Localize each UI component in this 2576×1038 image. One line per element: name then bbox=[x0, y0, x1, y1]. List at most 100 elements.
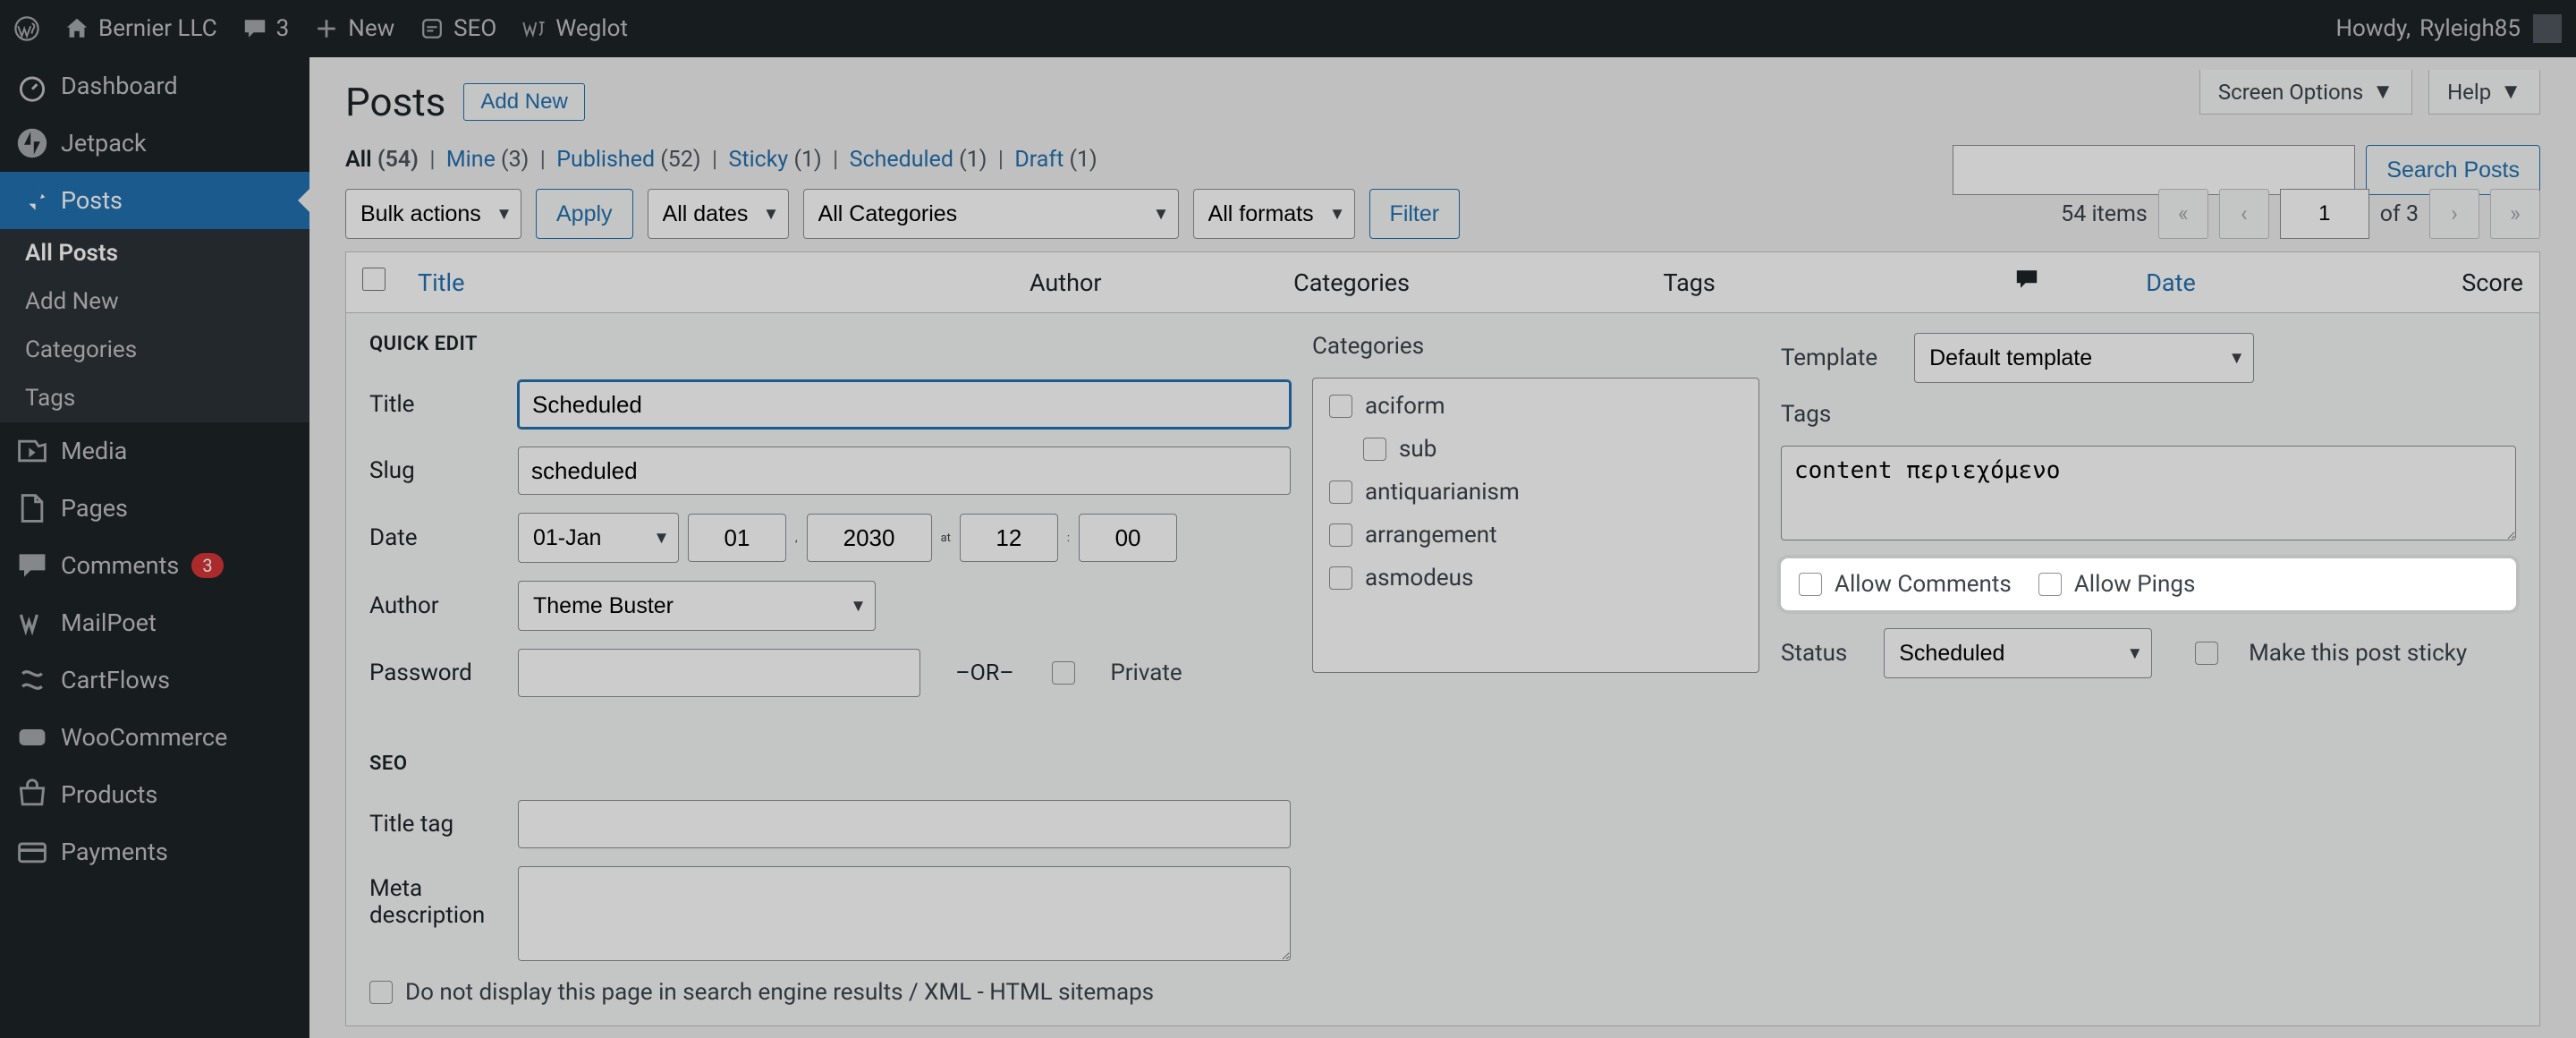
qe-private-checkbox[interactable] bbox=[1052, 661, 1075, 685]
apply-button[interactable]: Apply bbox=[536, 189, 633, 239]
qe-month-select[interactable]: 01-Jan bbox=[518, 513, 679, 563]
wp-logo[interactable] bbox=[14, 16, 39, 41]
sidebar-item-payments[interactable]: Payments bbox=[0, 823, 309, 881]
qe-status-select[interactable]: Scheduled bbox=[1884, 628, 2152, 678]
filter-button[interactable]: Filter bbox=[1369, 189, 1461, 239]
sidebar-item-media[interactable]: Media bbox=[0, 422, 309, 480]
sidebar-item-mailpoet[interactable]: MailPoet bbox=[0, 594, 309, 651]
site-name-link[interactable]: Bernier LLC bbox=[64, 15, 217, 42]
dashboard-icon bbox=[16, 70, 48, 102]
items-count: 54 items bbox=[2061, 201, 2148, 227]
qe-slug-input[interactable] bbox=[518, 447, 1291, 495]
select-all-checkbox[interactable] bbox=[362, 268, 386, 291]
qe-cat-item: sub bbox=[1363, 436, 1742, 463]
comments-badge: 3 bbox=[191, 553, 223, 578]
qe-cat-item: antiquarianism bbox=[1329, 479, 1742, 506]
filter-mine[interactable]: Mine (3) bbox=[446, 147, 529, 173]
page-title: Posts bbox=[345, 79, 445, 125]
sidebar-item-woocommerce[interactable]: WooCommerce bbox=[0, 709, 309, 766]
sidebar-item-dashboard[interactable]: Dashboard bbox=[0, 57, 309, 115]
seo-legend: SEO bbox=[369, 753, 1291, 775]
first-page-button[interactable]: « bbox=[2158, 189, 2208, 239]
sidebar-item-comments[interactable]: Comments3 bbox=[0, 537, 309, 594]
payments-icon bbox=[16, 836, 48, 868]
help-tab[interactable]: Help ▼ bbox=[2428, 70, 2540, 115]
woo-icon bbox=[16, 721, 48, 753]
quick-edit-legend: QUICK EDIT bbox=[369, 333, 1291, 355]
chevron-down-icon: ▼ bbox=[2500, 79, 2521, 105]
qe-day-input[interactable] bbox=[688, 514, 786, 562]
sidebar-submenu-posts: All Posts Add New Categories Tags bbox=[0, 229, 309, 422]
jetpack-icon bbox=[16, 127, 48, 159]
adminbar-new[interactable]: New bbox=[314, 15, 394, 42]
allow-comments-checkbox[interactable] bbox=[1799, 573, 1822, 596]
col-author: Author bbox=[1013, 252, 1277, 313]
col-title[interactable]: Title bbox=[402, 252, 1013, 313]
filter-draft[interactable]: Draft (1) bbox=[1014, 147, 1097, 173]
qe-title-input[interactable] bbox=[518, 380, 1291, 429]
col-tags: Tags bbox=[1647, 252, 1997, 313]
sidebar-subitem-categories[interactable]: Categories bbox=[0, 326, 309, 374]
bulk-actions-select[interactable]: Bulk actions bbox=[345, 189, 521, 239]
qe-cat-item: aciform bbox=[1329, 393, 1742, 420]
col-date[interactable]: Date bbox=[2130, 252, 2445, 313]
qe-sticky-checkbox[interactable] bbox=[2195, 642, 2218, 665]
sidebar-subitem-tags[interactable]: Tags bbox=[0, 374, 309, 422]
home-icon bbox=[64, 16, 89, 41]
col-comments[interactable] bbox=[1997, 252, 2130, 313]
mailpoet-icon bbox=[16, 607, 48, 639]
avatar[interactable] bbox=[2533, 14, 2562, 43]
qe-template-select[interactable]: Default template bbox=[1914, 333, 2254, 383]
qe-titletag-input[interactable] bbox=[518, 800, 1291, 848]
qe-metadesc-textarea[interactable] bbox=[518, 866, 1291, 961]
page-total: of 3 bbox=[2380, 201, 2419, 227]
search-posts-button[interactable]: Search Posts bbox=[2366, 145, 2540, 195]
qe-author-select[interactable]: Theme Buster bbox=[518, 581, 876, 631]
qe-year-input[interactable] bbox=[807, 514, 932, 562]
sidebar-item-products[interactable]: Products bbox=[0, 766, 309, 823]
filter-scheduled[interactable]: Scheduled (1) bbox=[850, 147, 987, 173]
pin-icon bbox=[16, 184, 48, 217]
comment-icon bbox=[242, 16, 267, 41]
content-area: Screen Options ▼ Help ▼ Posts Add New Se… bbox=[309, 57, 2576, 1038]
sidebar-item-pages[interactable]: Pages bbox=[0, 480, 309, 537]
qe-tags-label: Tags bbox=[1781, 401, 2516, 428]
next-page-button[interactable]: › bbox=[2429, 189, 2479, 239]
adminbar-seo[interactable]: SEO bbox=[419, 15, 496, 42]
adminbar-weglot[interactable]: Weglot bbox=[521, 15, 628, 42]
format-filter-select[interactable]: All formats bbox=[1193, 189, 1355, 239]
qe-tags-textarea[interactable] bbox=[1781, 446, 2516, 540]
sidebar-item-cartflows[interactable]: CartFlows bbox=[0, 651, 309, 709]
screen-options-tab[interactable]: Screen Options ▼ bbox=[2199, 70, 2412, 115]
media-icon bbox=[16, 435, 48, 467]
col-score: Score bbox=[2445, 252, 2539, 313]
qe-category-list[interactable]: aciform sub antiquarianism arrangement a… bbox=[1312, 378, 1759, 673]
qe-cat-item: asmodeus bbox=[1329, 565, 1742, 591]
adminbar-comments[interactable]: 3 bbox=[242, 15, 290, 42]
allow-pings-checkbox[interactable] bbox=[2038, 573, 2062, 596]
qe-hour-input[interactable] bbox=[960, 514, 1058, 562]
filter-published[interactable]: Published (52) bbox=[556, 147, 700, 173]
qe-minute-input[interactable] bbox=[1079, 514, 1177, 562]
seo-icon bbox=[419, 16, 445, 41]
col-categories: Categories bbox=[1277, 252, 1647, 313]
qe-noindex-checkbox[interactable] bbox=[369, 981, 393, 1004]
howdy-account[interactable]: Howdy, Ryleigh85 bbox=[2335, 15, 2521, 42]
current-page-input[interactable] bbox=[2280, 189, 2369, 239]
qe-password-input[interactable] bbox=[518, 649, 920, 697]
category-filter-select[interactable]: All Categories bbox=[803, 189, 1179, 239]
site-name: Bernier LLC bbox=[98, 15, 217, 42]
sidebar-item-jetpack[interactable]: Jetpack bbox=[0, 115, 309, 172]
date-filter-select[interactable]: All dates bbox=[648, 189, 789, 239]
admin-sidebar: Dashboard Jetpack Posts All Posts Add Ne… bbox=[0, 57, 309, 1038]
filter-sticky[interactable]: Sticky (1) bbox=[729, 147, 822, 173]
last-page-button[interactable]: » bbox=[2490, 189, 2540, 239]
sidebar-subitem-all-posts[interactable]: All Posts bbox=[0, 229, 309, 277]
add-new-button[interactable]: Add New bbox=[463, 83, 584, 121]
prev-page-button[interactable]: ‹ bbox=[2219, 189, 2269, 239]
search-input[interactable] bbox=[1953, 145, 2355, 195]
weglot-icon bbox=[521, 16, 547, 41]
sidebar-subitem-add-new[interactable]: Add New bbox=[0, 277, 309, 326]
qe-cat-item: arrangement bbox=[1329, 522, 1742, 549]
sidebar-item-posts[interactable]: Posts bbox=[0, 172, 309, 229]
